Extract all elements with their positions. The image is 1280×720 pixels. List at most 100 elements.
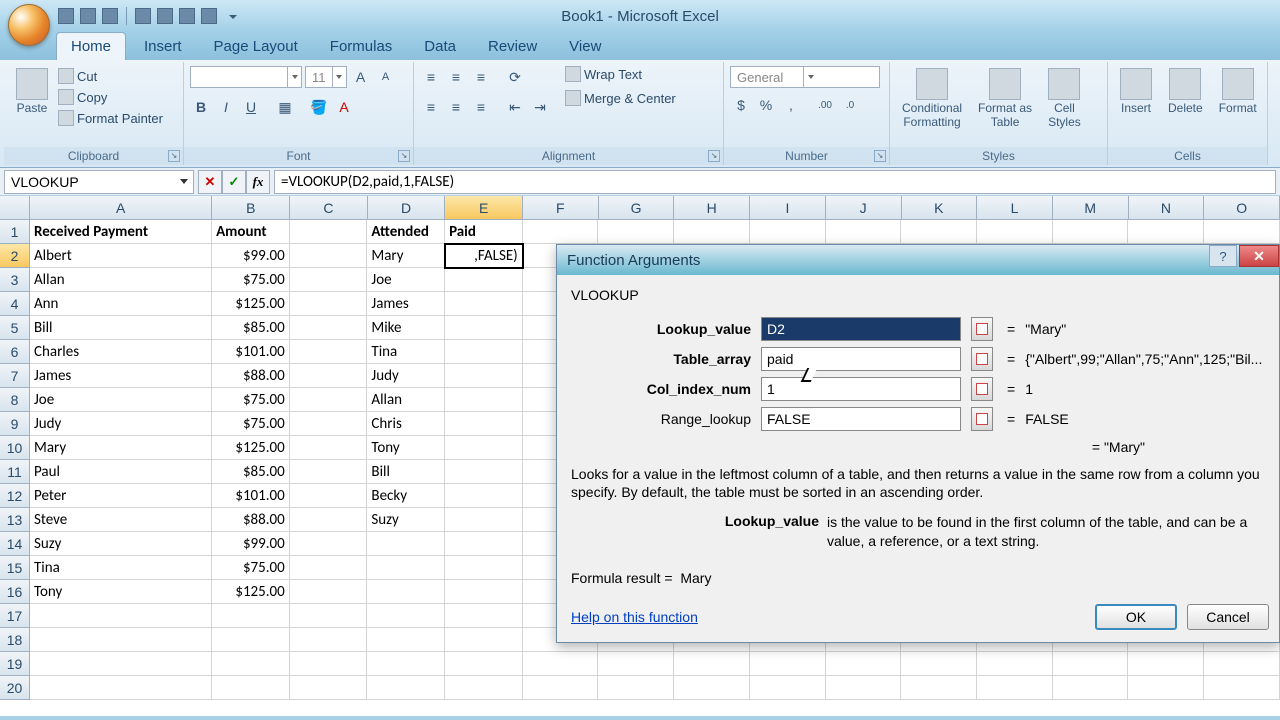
font-size-combo[interactable]: 11 xyxy=(305,66,347,88)
cell[interactable]: Received Payment xyxy=(30,220,212,244)
cancel-button[interactable]: Cancel xyxy=(1187,604,1269,630)
cell[interactable]: $125.00 xyxy=(212,580,290,604)
row-header[interactable]: 7 xyxy=(0,364,30,388)
cell[interactable] xyxy=(977,676,1053,700)
formula-input[interactable]: =VLOOKUP(D2,paid,1,FALSE) xyxy=(274,170,1276,194)
cell[interactable] xyxy=(367,556,445,580)
row-header[interactable]: 6 xyxy=(0,340,30,364)
copy-button[interactable]: Copy xyxy=(58,89,163,105)
row-header[interactable]: 14 xyxy=(0,532,30,556)
cell[interactable] xyxy=(445,460,523,484)
col-header-H[interactable]: H xyxy=(674,196,750,220)
cell[interactable]: $125.00 xyxy=(212,436,290,460)
cell[interactable]: $88.00 xyxy=(212,508,290,532)
select-all-corner[interactable] xyxy=(0,196,30,220)
cell[interactable] xyxy=(290,604,368,628)
cell[interactable] xyxy=(30,628,212,652)
argument-input-col_index_num[interactable] xyxy=(761,377,961,401)
format-as-table-button[interactable]: Format as Table xyxy=(972,66,1038,146)
cell[interactable] xyxy=(290,340,368,364)
col-header-A[interactable]: A xyxy=(30,196,212,220)
cell[interactable] xyxy=(30,604,212,628)
cell[interactable]: Judy xyxy=(30,412,212,436)
cell[interactable] xyxy=(1204,220,1280,244)
cell[interactable] xyxy=(290,316,368,340)
cell[interactable] xyxy=(212,676,290,700)
align-left-button[interactable]: ≡ xyxy=(420,96,442,118)
cell[interactable] xyxy=(445,652,523,676)
cell[interactable]: $99.00 xyxy=(212,244,290,268)
refedit-button[interactable] xyxy=(971,377,993,401)
cell[interactable] xyxy=(290,484,368,508)
delete-cells-button[interactable]: Delete xyxy=(1162,66,1209,146)
enter-formula-button[interactable]: ✓ xyxy=(222,170,246,194)
cell[interactable]: $75.00 xyxy=(212,412,290,436)
refedit-button[interactable] xyxy=(971,407,993,431)
row-header[interactable]: 17 xyxy=(0,604,30,628)
cell[interactable]: $101.00 xyxy=(212,340,290,364)
cell[interactable] xyxy=(750,676,826,700)
cell[interactable]: $101.00 xyxy=(212,484,290,508)
cell[interactable] xyxy=(523,676,599,700)
accounting-format-button[interactable]: $ xyxy=(730,94,752,116)
cell[interactable] xyxy=(290,556,368,580)
col-header-I[interactable]: I xyxy=(750,196,826,220)
cell[interactable] xyxy=(367,580,445,604)
grow-font-button[interactable]: A xyxy=(350,66,372,88)
col-header-M[interactable]: M xyxy=(1053,196,1129,220)
name-box[interactable]: VLOOKUP xyxy=(4,170,194,194)
cell[interactable]: Charles xyxy=(30,340,212,364)
cancel-formula-button[interactable]: ✕ xyxy=(198,170,222,194)
cell-styles-button[interactable]: Cell Styles xyxy=(1042,66,1087,146)
refedit-button[interactable] xyxy=(971,347,993,371)
qat-customize-icon[interactable] xyxy=(229,12,238,21)
cell[interactable] xyxy=(598,220,674,244)
col-header-G[interactable]: G xyxy=(599,196,675,220)
cell[interactable] xyxy=(290,388,368,412)
paste-button[interactable]: Paste xyxy=(10,66,54,146)
qat-icon[interactable] xyxy=(135,8,151,24)
cell[interactable] xyxy=(290,364,368,388)
cell[interactable] xyxy=(290,652,368,676)
row-header[interactable]: 5 xyxy=(0,316,30,340)
cell[interactable]: Allan xyxy=(30,268,212,292)
cell[interactable] xyxy=(290,292,368,316)
align-middle-button[interactable]: ≡ xyxy=(445,66,467,88)
cell[interactable] xyxy=(523,220,599,244)
cell[interactable] xyxy=(367,628,445,652)
row-header[interactable]: 12 xyxy=(0,484,30,508)
cell[interactable] xyxy=(1204,652,1280,676)
cell[interactable] xyxy=(445,484,523,508)
tab-home[interactable]: Home xyxy=(56,32,126,60)
font-color-button[interactable]: A xyxy=(333,96,355,118)
cell[interactable] xyxy=(826,676,902,700)
cell[interactable]: Steve xyxy=(30,508,212,532)
cell[interactable] xyxy=(212,652,290,676)
number-format-combo[interactable]: General xyxy=(730,66,880,88)
cell[interactable]: James xyxy=(367,292,445,316)
tab-view[interactable]: View xyxy=(555,33,615,60)
increase-indent-button[interactable]: ⇥ xyxy=(529,96,551,118)
cell[interactable]: Becky xyxy=(367,484,445,508)
cell[interactable]: Chris xyxy=(367,412,445,436)
cell[interactable]: $125.00 xyxy=(212,292,290,316)
cell[interactable] xyxy=(290,268,368,292)
qat-icon[interactable] xyxy=(179,8,195,24)
cell[interactable]: Mary xyxy=(30,436,212,460)
cell[interactable] xyxy=(901,676,977,700)
row-header[interactable]: 4 xyxy=(0,292,30,316)
tab-data[interactable]: Data xyxy=(410,33,470,60)
cell[interactable] xyxy=(1128,220,1204,244)
cell[interactable] xyxy=(445,436,523,460)
cell[interactable] xyxy=(445,412,523,436)
cell[interactable] xyxy=(674,220,750,244)
clipboard-launcher-icon[interactable]: ↘ xyxy=(168,150,180,162)
cell[interactable]: Judy xyxy=(367,364,445,388)
border-button[interactable]: ▦ xyxy=(274,96,296,118)
save-icon[interactable] xyxy=(58,8,74,24)
cell[interactable] xyxy=(901,652,977,676)
row-header[interactable]: 19 xyxy=(0,652,30,676)
cell[interactable] xyxy=(367,652,445,676)
cell[interactable] xyxy=(1053,676,1129,700)
cell[interactable]: $75.00 xyxy=(212,556,290,580)
